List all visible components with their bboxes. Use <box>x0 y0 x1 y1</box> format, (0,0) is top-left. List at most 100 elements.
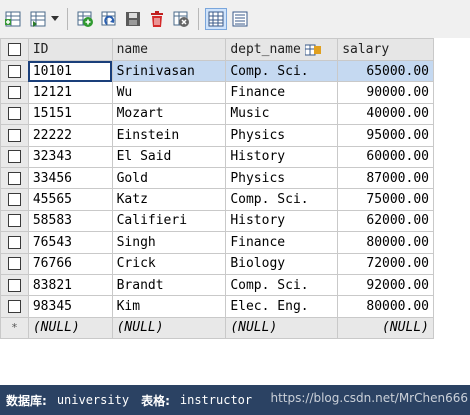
column-header-id[interactable]: ID <box>27 38 113 61</box>
cell-salary[interactable]: 87000.00 <box>337 166 434 190</box>
grid-view-icon[interactable] <box>205 8 227 30</box>
cell-id[interactable]: 22222 <box>27 124 113 147</box>
cell-name[interactable]: Srinivasan <box>111 59 227 83</box>
checkbox[interactable] <box>7 171 21 185</box>
cell-salary[interactable]: 65000.00 <box>337 59 434 83</box>
cell-id[interactable]: 98345 <box>27 295 113 318</box>
cell-name[interactable]: Brandt <box>111 273 227 297</box>
table-row[interactable]: 33456 Gold Physics 87000.00 <box>0 166 434 190</box>
row-checkbox-cell[interactable] <box>0 295 29 318</box>
checkbox[interactable] <box>7 86 21 100</box>
cell-id[interactable]: 58583 <box>27 209 113 233</box>
checkbox[interactable] <box>7 107 21 121</box>
cell-dept-name[interactable]: Elec. Eng. <box>225 295 339 318</box>
cell-name[interactable]: Singh <box>111 231 227 254</box>
checkbox[interactable] <box>7 257 21 271</box>
checkbox[interactable] <box>7 43 21 56</box>
add-record-icon[interactable] <box>74 8 96 30</box>
cell-dept-name[interactable]: Finance <box>225 81 339 104</box>
table-row[interactable]: 10101 Srinivasan Comp. Sci. 65000.00 <box>0 59 434 83</box>
cell-id[interactable]: 83821 <box>27 273 113 297</box>
insert-row-icon[interactable] <box>3 8 25 30</box>
checkbox[interactable] <box>7 278 21 292</box>
table-row[interactable]: 83821 Brandt Comp. Sci. 92000.00 <box>0 273 434 297</box>
cell-dept-name[interactable]: Finance <box>225 231 339 254</box>
cell-salary[interactable]: 80000.00 <box>337 295 434 318</box>
chevron-down-icon[interactable] <box>51 8 59 30</box>
table-row[interactable]: 45565 Katz Comp. Sci. 75000.00 <box>0 188 434 211</box>
table-row[interactable]: 12121 Wu Finance 90000.00 <box>0 81 434 104</box>
cell-salary[interactable]: (NULL) <box>337 316 434 340</box>
cell-id[interactable]: 76543 <box>27 231 113 254</box>
cell-id[interactable]: 33456 <box>27 166 113 190</box>
cell-id[interactable]: 15151 <box>27 102 113 126</box>
column-header-salary[interactable]: salary <box>337 38 434 61</box>
column-header-name[interactable]: name <box>111 38 227 61</box>
row-checkbox-cell[interactable] <box>0 59 29 83</box>
save-icon[interactable] <box>122 8 144 30</box>
checkbox[interactable] <box>7 193 21 207</box>
cell-id[interactable]: 32343 <box>27 145 113 168</box>
refresh-icon[interactable] <box>98 8 120 30</box>
row-checkbox-cell[interactable] <box>0 188 29 211</box>
checkbox[interactable] <box>7 299 21 313</box>
cell-dept-name[interactable]: Comp. Sci. <box>225 59 339 83</box>
column-header-dept-name[interactable]: dept_name <box>225 38 339 61</box>
table-row[interactable]: 15151 Mozart Music 40000.00 <box>0 102 434 126</box>
table-row[interactable]: 32343 El Said History 60000.00 <box>0 145 434 168</box>
cell-dept-name[interactable]: Physics <box>225 124 339 147</box>
cell-salary[interactable]: 40000.00 <box>337 102 434 126</box>
checkbox[interactable] <box>7 64 21 78</box>
cell-id[interactable]: 10101 <box>27 59 113 83</box>
cell-name[interactable]: Crick <box>111 252 227 275</box>
cell-salary[interactable]: 92000.00 <box>337 273 434 297</box>
cell-salary[interactable]: 60000.00 <box>337 145 434 168</box>
table-row[interactable]: 22222 Einstein Physics 95000.00 <box>0 124 434 147</box>
checkbox[interactable] <box>7 214 21 228</box>
cell-name[interactable]: Wu <box>111 81 227 104</box>
row-checkbox-cell[interactable] <box>0 273 29 297</box>
checkbox[interactable] <box>7 128 21 142</box>
table-row[interactable]: 76543 Singh Finance 80000.00 <box>0 231 434 254</box>
duplicate-row-icon[interactable] <box>27 8 49 30</box>
cell-salary[interactable]: 75000.00 <box>337 188 434 211</box>
cell-dept-name[interactable]: (NULL) <box>225 316 339 340</box>
cell-id[interactable]: 76766 <box>27 252 113 275</box>
row-checkbox-cell[interactable] <box>0 102 29 126</box>
new-record-row[interactable]: * (NULL) (NULL) (NULL) (NULL) <box>0 316 434 340</box>
table-row[interactable]: 98345 Kim Elec. Eng. 80000.00 <box>0 295 434 318</box>
cell-salary[interactable]: 62000.00 <box>337 209 434 233</box>
cell-name[interactable]: Kim <box>111 295 227 318</box>
checkbox[interactable] <box>7 150 21 164</box>
cell-dept-name[interactable]: History <box>225 145 339 168</box>
cell-dept-name[interactable]: Biology <box>225 252 339 275</box>
cell-id[interactable]: 12121 <box>27 81 113 104</box>
cell-salary[interactable]: 95000.00 <box>337 124 434 147</box>
delete-icon[interactable] <box>146 8 168 30</box>
cancel-icon[interactable] <box>170 8 192 30</box>
text-view-icon[interactable] <box>229 8 251 30</box>
cell-id[interactable]: 45565 <box>27 188 113 211</box>
row-checkbox-cell[interactable] <box>0 209 29 233</box>
table-row[interactable]: 58583 Califieri History 62000.00 <box>0 209 434 233</box>
cell-dept-name[interactable]: Physics <box>225 166 339 190</box>
cell-name[interactable]: Gold <box>111 166 227 190</box>
cell-salary[interactable]: 90000.00 <box>337 81 434 104</box>
cell-dept-name[interactable]: History <box>225 209 339 233</box>
cell-name[interactable]: Mozart <box>111 102 227 126</box>
cell-name[interactable]: (NULL) <box>111 316 227 340</box>
cell-dept-name[interactable]: Comp. Sci. <box>225 188 339 211</box>
checkbox[interactable] <box>7 235 21 249</box>
cell-dept-name[interactable]: Music <box>225 102 339 126</box>
row-checkbox-cell[interactable] <box>0 166 29 190</box>
cell-salary[interactable]: 80000.00 <box>337 231 434 254</box>
cell-name[interactable]: Katz <box>111 188 227 211</box>
cell-id[interactable]: (NULL) <box>27 316 113 340</box>
row-checkbox-cell[interactable] <box>0 124 29 147</box>
cell-name[interactable]: Califieri <box>111 209 227 233</box>
cell-name[interactable]: Einstein <box>111 124 227 147</box>
cell-name[interactable]: El Said <box>111 145 227 168</box>
foreign-key-icon[interactable] <box>304 44 321 56</box>
row-checkbox-cell[interactable] <box>0 252 29 275</box>
row-checkbox-cell[interactable] <box>0 231 29 254</box>
